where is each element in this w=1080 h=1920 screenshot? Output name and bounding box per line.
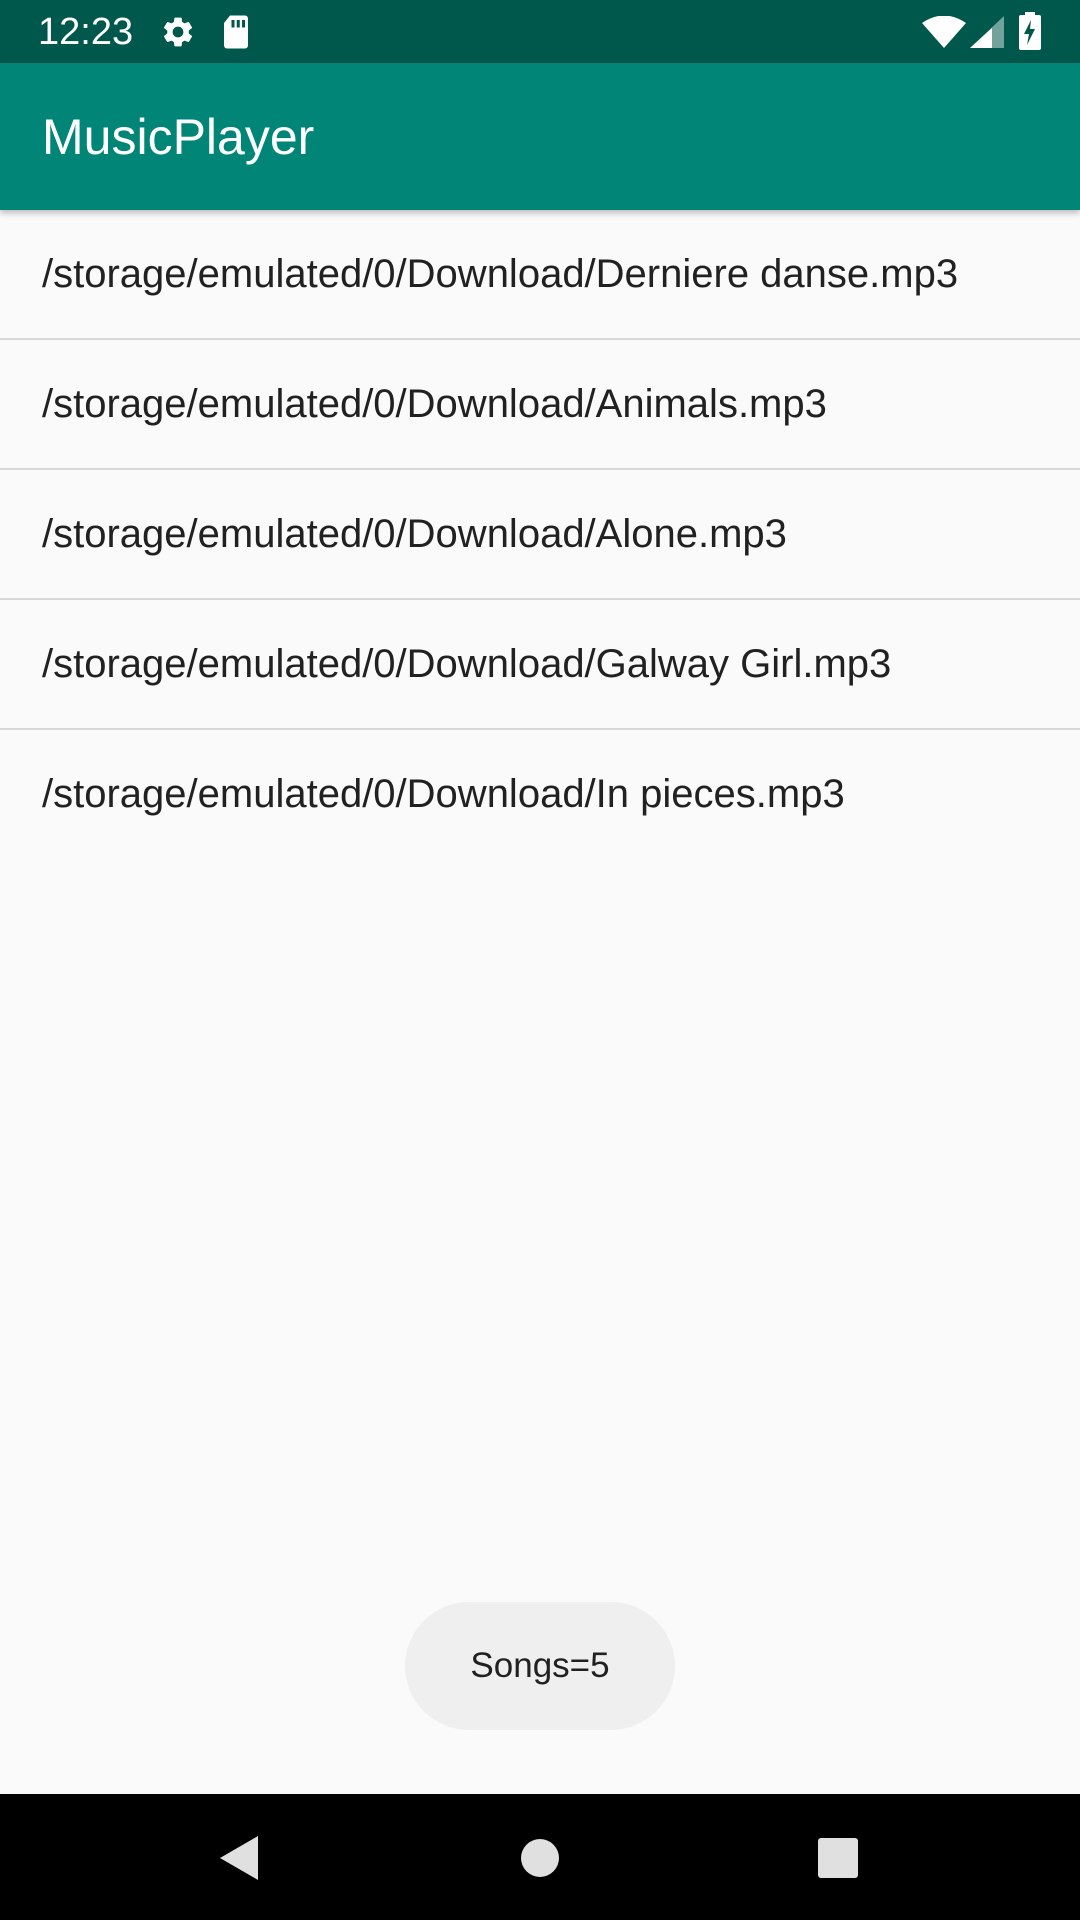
song-item[interactable]: /storage/emulated/0/Download/Animals.mp3 (0, 340, 1080, 470)
song-list: /storage/emulated/0/Download/Derniere da… (0, 210, 1080, 858)
app-bar: MusicPlayer (0, 63, 1080, 210)
app-title: MusicPlayer (42, 109, 315, 165)
battery-icon (1018, 12, 1042, 55)
settings-icon (160, 14, 196, 55)
status-time: 12:23 (38, 11, 134, 53)
toast: Songs=5 (405, 1602, 675, 1730)
sd-card-icon (220, 14, 252, 55)
nav-bar (0, 1794, 1080, 1920)
home-icon[interactable] (510, 1828, 570, 1888)
toast-text: Songs=5 (470, 1646, 610, 1685)
song-item[interactable]: /storage/emulated/0/Download/Alone.mp3 (0, 470, 1080, 600)
back-icon[interactable] (210, 1828, 270, 1888)
signal-icon (970, 16, 1004, 53)
status-bar: 12:23 (0, 0, 1080, 63)
recents-icon[interactable] (808, 1828, 868, 1888)
wifi-icon (922, 15, 966, 53)
song-item[interactable]: /storage/emulated/0/Download/In pieces.m… (0, 730, 1080, 858)
song-item[interactable]: /storage/emulated/0/Download/Derniere da… (0, 210, 1080, 340)
song-item[interactable]: /storage/emulated/0/Download/Galway Girl… (0, 600, 1080, 730)
